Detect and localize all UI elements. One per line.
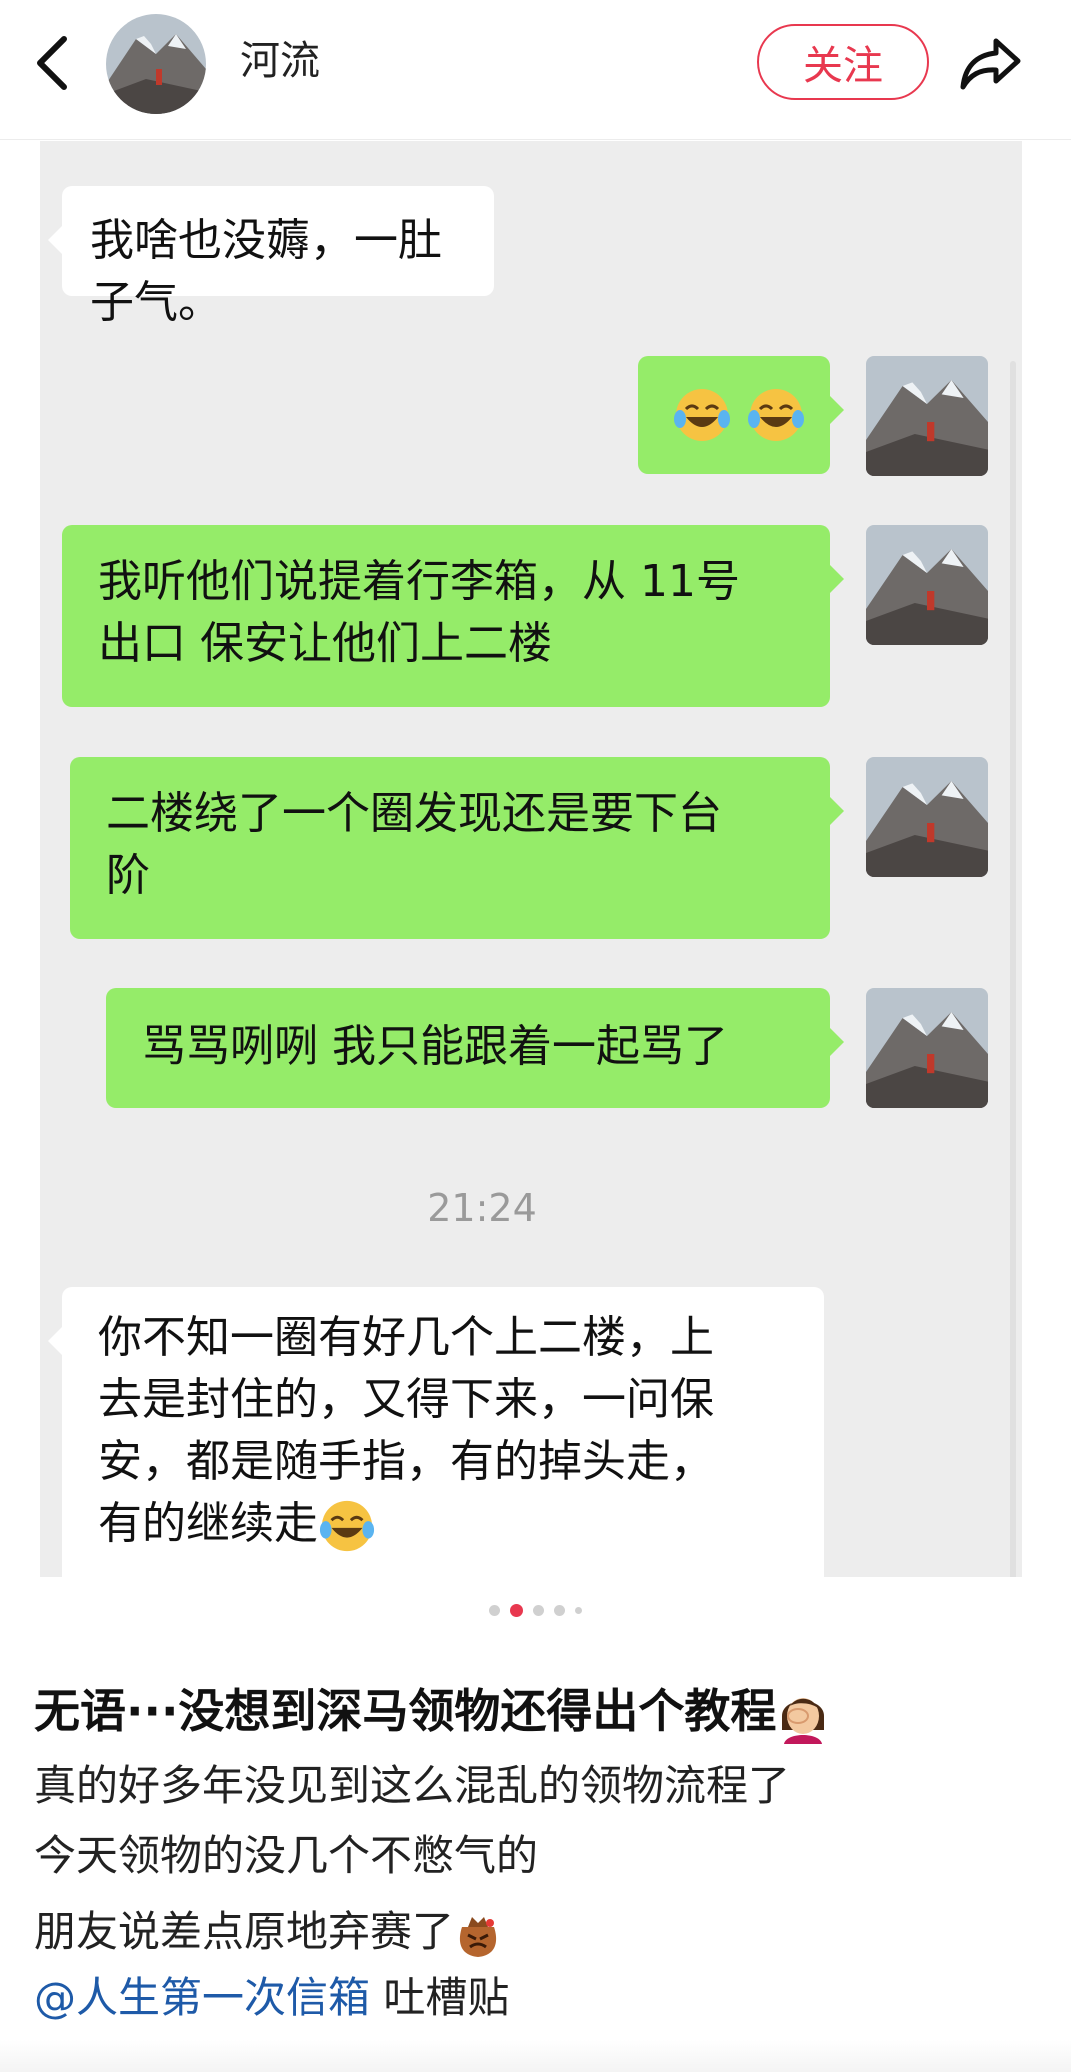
- message-text: 二楼绕了一个圈发现还是要下台: [106, 788, 722, 839]
- chat-timestamp: 21:24: [427, 1186, 537, 1230]
- author-avatar[interactable]: [106, 14, 206, 114]
- follow-button[interactable]: 关注: [757, 24, 929, 100]
- self-avatar: [866, 757, 988, 877]
- pager-dot[interactable]: [554, 1605, 565, 1616]
- chat-message-right: [638, 356, 844, 474]
- laughing-tears-emoji: [319, 1500, 375, 1552]
- post-title-text: 无语···没想到深马领物还得出个教程: [34, 1684, 777, 1738]
- share-arrow-icon: [960, 38, 1021, 90]
- message-text: 阶: [106, 850, 150, 901]
- share-button[interactable]: [955, 30, 1027, 96]
- chat-message-right: 骂骂咧咧 我只能跟着一起骂了: [106, 988, 844, 1108]
- message-text: 我啥也没薅，一肚子气。: [90, 215, 442, 328]
- self-avatar: [866, 356, 988, 476]
- mountain-avatar-image: [106, 14, 206, 114]
- message-text: 你不知一圈有好几个上二楼，上: [98, 1312, 714, 1363]
- mention-link[interactable]: @人生第一次信箱: [34, 1973, 370, 2022]
- chat-message-left: 我啥也没薅，一肚子气。: [48, 186, 494, 328]
- chat-message-right: 我听他们说提着行李箱，从 11号 出口 保安让他们上二楼: [62, 525, 844, 707]
- post-line-text: 朋友说差点原地弃赛了: [34, 1907, 455, 1956]
- pager-dot-active[interactable]: [510, 1604, 523, 1617]
- angry-bag-emoji: [459, 1916, 497, 1957]
- chat-scrollbar: [1010, 361, 1016, 1577]
- chat-message-right: 二楼绕了一个圈发现还是要下台 阶: [70, 757, 844, 939]
- post-line: @人生第一次信箱 吐槽贴: [34, 1968, 509, 2028]
- self-avatar: [866, 525, 988, 645]
- laughing-tears-emoji: [748, 389, 804, 441]
- back-button[interactable]: [22, 30, 82, 96]
- image-pager[interactable]: [0, 1604, 1071, 1617]
- post-line: 朋友说差点原地弃赛了: [34, 1902, 502, 1962]
- post-title: 无语···没想到深马领物还得出个教程: [34, 1678, 830, 1744]
- post-line: 今天领物的没几个不憋气的: [34, 1831, 539, 1880]
- post-page: 河流 关注 我啥也没薅，一肚子气。 我听他们说提着行李箱，从 11号 出口 保安…: [0, 0, 1071, 2072]
- pager-dot[interactable]: [533, 1605, 544, 1616]
- message-text: 去是封住的，又得下来，一问保: [98, 1374, 714, 1425]
- post-line-text: 吐槽贴: [370, 1973, 510, 2022]
- bottom-fade: [0, 2040, 1071, 2072]
- chat-message-left: 你不知一圈有好几个上二楼，上 去是封住的，又得下来，一问保 安，都是随手指，有的…: [48, 1287, 824, 1577]
- facepalm-woman-emoji: [782, 1697, 825, 1744]
- pager-dot[interactable]: [489, 1605, 500, 1616]
- chat-screenshot[interactable]: 我啥也没薅，一肚子气。 我听他们说提着行李箱，从 11号 出口 保安让他们上二楼…: [40, 141, 1022, 1577]
- message-text: 我听他们说提着行李箱，从 11号: [98, 556, 740, 607]
- post-line: 真的好多年没见到这么混乱的领物流程了: [34, 1761, 791, 1810]
- message-text: 有的继续走: [98, 1498, 318, 1549]
- self-avatar: [866, 988, 988, 1108]
- chevron-left-icon: [37, 36, 67, 90]
- pager-dot[interactable]: [575, 1607, 582, 1614]
- laughing-tears-emoji: [674, 389, 730, 441]
- top-bar: 河流 关注: [0, 0, 1071, 140]
- author-name[interactable]: 河流: [240, 36, 320, 86]
- message-text: 安，都是随手指，有的掉头走，: [98, 1436, 714, 1487]
- message-text: 骂骂咧咧 我只能跟着一起骂了: [142, 1021, 728, 1072]
- message-text: 出口 保安让他们上二楼: [98, 618, 552, 669]
